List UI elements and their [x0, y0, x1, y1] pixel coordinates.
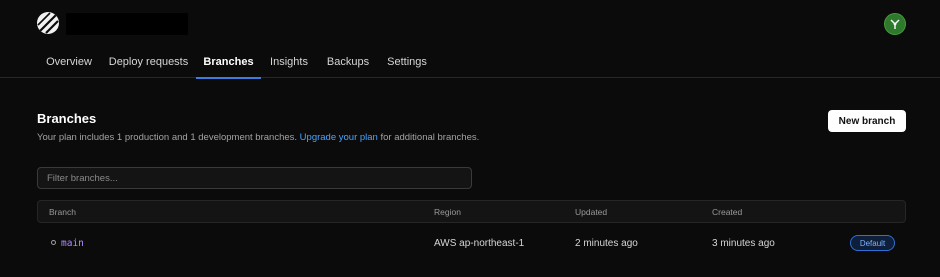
tab-branches[interactable]: Branches [196, 46, 261, 79]
plan-description-prefix: Your plan includes 1 production and 1 de… [37, 132, 300, 143]
planetscale-logo-icon[interactable] [37, 12, 59, 34]
branch-created: 3 minutes ago [712, 237, 775, 249]
tab-backups[interactable]: Backups [318, 46, 378, 78]
database-name-redacted [66, 13, 188, 35]
branch-region: AWS ap-northeast-1 [434, 237, 525, 249]
column-header-branch[interactable]: Branch [49, 201, 76, 222]
top-bar [0, 0, 940, 46]
tab-overview[interactable]: Overview [37, 46, 101, 78]
column-header-created[interactable]: Created [712, 201, 742, 222]
branch-name-link[interactable]: main [61, 238, 84, 249]
new-branch-button[interactable]: New branch [828, 110, 906, 132]
upgrade-plan-link[interactable]: Upgrade your plan [300, 132, 378, 143]
column-header-region[interactable]: Region [434, 201, 461, 222]
plan-description-suffix: for additional branches. [377, 132, 480, 143]
database-tabs: Overview Deploy requests Branches Insigh… [0, 46, 940, 79]
page-title: Branches [37, 111, 97, 126]
tab-deploy-requests[interactable]: Deploy requests [103, 46, 194, 78]
tab-settings[interactable]: Settings [380, 46, 434, 78]
table-row[interactable]: main AWS ap-northeast-1 2 minutes ago 3 … [37, 231, 906, 255]
tab-insights[interactable]: Insights [263, 46, 315, 78]
column-header-updated[interactable]: Updated [575, 201, 607, 222]
plan-description: Your plan includes 1 production and 1 de… [37, 132, 479, 143]
branches-table-header: Branch Region Updated Created [37, 200, 906, 223]
user-avatar-icon[interactable] [884, 13, 906, 35]
default-branch-badge: Default [850, 235, 895, 251]
branch-status-icon [51, 240, 56, 245]
filter-branches-input[interactable] [37, 167, 472, 189]
branch-updated: 2 minutes ago [575, 237, 638, 249]
